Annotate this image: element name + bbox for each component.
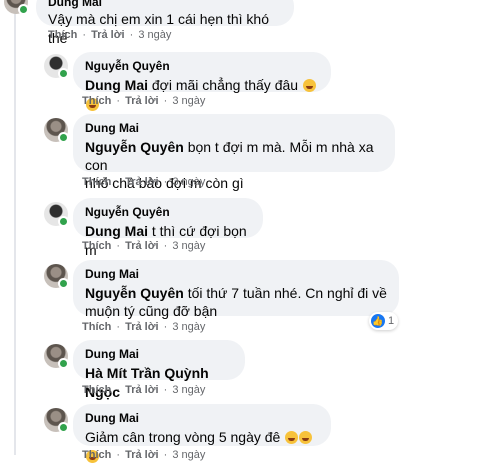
reply-author[interactable]: Dung Mai xyxy=(85,347,233,361)
reaction-number: 1 xyxy=(388,315,395,327)
reply-text: Nguyễn Quyên bọn t đợi m mà. Mỗi m nhà x… xyxy=(85,138,383,174)
reply-link[interactable]: Trả lời xyxy=(91,29,125,41)
reply-bubble: Dung Mai Nguyễn Quyên bọn t đợi m mà. Mỗ… xyxy=(73,114,395,191)
avatar[interactable] xyxy=(44,118,69,143)
avatar[interactable] xyxy=(44,408,69,433)
online-status-icon xyxy=(58,358,69,369)
online-status-icon xyxy=(18,4,29,15)
reply-link[interactable]: Trả lời xyxy=(125,95,159,107)
reaction-count[interactable]: 👍 1 xyxy=(369,312,399,330)
like-link[interactable]: Thích xyxy=(82,384,111,396)
avatar[interactable] xyxy=(44,344,69,369)
like-link[interactable]: Thích xyxy=(82,240,111,252)
reply-actions: Thích · Trả lời · 3 ngày xyxy=(82,384,206,396)
avatar[interactable] xyxy=(44,264,69,289)
avatar[interactable] xyxy=(44,202,69,227)
timestamp[interactable]: 3 ngày xyxy=(172,384,205,396)
avatar[interactable] xyxy=(44,54,69,79)
like-link[interactable]: Thích xyxy=(82,95,111,107)
reply-bubble: Nguyễn Quyên Dung Mai đợi mãi chẳng thấy… xyxy=(73,52,331,111)
online-status-icon xyxy=(58,278,69,289)
online-status-icon xyxy=(58,68,69,79)
reply-actions: Thích · Trả lời · 3 ngày xyxy=(82,449,206,461)
like-link[interactable]: Thích xyxy=(82,321,111,333)
reply-text-line2: muộn tý cũng đỡ bận xyxy=(85,303,218,319)
comment-bubble: Dung Mai Vậy mà chị em xin 1 cái hẹn thì… xyxy=(36,0,294,46)
online-status-icon xyxy=(58,132,69,143)
timestamp[interactable]: 3 ngày xyxy=(172,95,205,107)
avatar[interactable] xyxy=(4,0,29,15)
reply-bubble: Dung Mai Hà Mít Trần Quỳnh Ngọc xyxy=(73,340,245,400)
reply-link[interactable]: Trả lời xyxy=(125,176,159,188)
reply-author[interactable]: Nguyễn Quyên xyxy=(85,205,251,219)
mention-link[interactable]: Dung Mai xyxy=(85,223,148,239)
reply-author[interactable]: Dung Mai xyxy=(85,267,387,281)
reply-bubble: Dung Mai Nguyễn Quyên tối thứ 7 tuần nhé… xyxy=(73,260,399,319)
reply-author[interactable]: Nguyễn Quyên xyxy=(85,59,319,73)
reply-author[interactable]: Dung Mai xyxy=(85,411,319,425)
online-status-icon xyxy=(58,216,69,227)
timestamp[interactable]: 3 ngày xyxy=(172,176,205,188)
mention-link[interactable]: Nguyễn Quyên xyxy=(85,139,184,155)
laughing-emoji-icon xyxy=(302,79,316,92)
comment-author[interactable]: Dung Mai xyxy=(48,0,282,9)
laughing-emoji-icon xyxy=(299,431,313,444)
reply-body-line1: tối thứ 7 tuần nhé. Cn nghỉ đi về xyxy=(187,285,387,301)
mention-link[interactable]: Nguyễn Quyên xyxy=(85,285,184,301)
mention-link[interactable]: Dung Mai xyxy=(85,77,148,93)
reply-bubble: Nguyễn Quyên Dung Mai t thì cứ đợi bọn m xyxy=(73,198,263,258)
reply-body: Giảm cân trong vòng 5 ngày đê xyxy=(85,429,281,445)
timestamp[interactable]: 3 ngày xyxy=(172,449,205,461)
like-link[interactable]: Thích xyxy=(48,29,77,41)
thread-line xyxy=(14,0,16,455)
reply-body: đợi mãi chẳng thấy đâu xyxy=(151,77,299,93)
reply-link[interactable]: Trả lời xyxy=(125,240,159,252)
reply-actions: Thích · Trả lời · 3 ngày xyxy=(82,240,206,252)
like-icon: 👍 xyxy=(371,314,385,328)
timestamp[interactable]: 3 ngày xyxy=(172,240,205,252)
like-link[interactable]: Thích xyxy=(82,176,111,188)
comment-actions: Thích · Trả lời · 3 ngày xyxy=(48,29,172,41)
timestamp[interactable]: 3 ngày xyxy=(138,29,171,41)
reply-link[interactable]: Trả lời xyxy=(125,321,159,333)
reply-actions: Thích · Trả lời · 3 ngày xyxy=(82,95,206,107)
reply-text: Nguyễn Quyên tối thứ 7 tuần nhé. Cn nghỉ… xyxy=(85,284,387,302)
like-link[interactable]: Thích xyxy=(82,449,111,461)
online-status-icon xyxy=(58,422,69,433)
laughing-emoji-icon xyxy=(285,431,299,444)
reply-link[interactable]: Trả lời xyxy=(125,449,159,461)
reply-author[interactable]: Dung Mai xyxy=(85,121,383,135)
reply-bubble: Dung Mai Giảm cân trong vòng 5 ngày đê xyxy=(73,404,331,463)
reply-actions: Thích · Trả lời · 3 ngày xyxy=(82,321,206,333)
reply-link[interactable]: Trả lời xyxy=(125,384,159,396)
timestamp[interactable]: 3 ngày xyxy=(172,321,205,333)
reply-actions: Thích · Trả lời · 3 ngày xyxy=(82,176,206,188)
